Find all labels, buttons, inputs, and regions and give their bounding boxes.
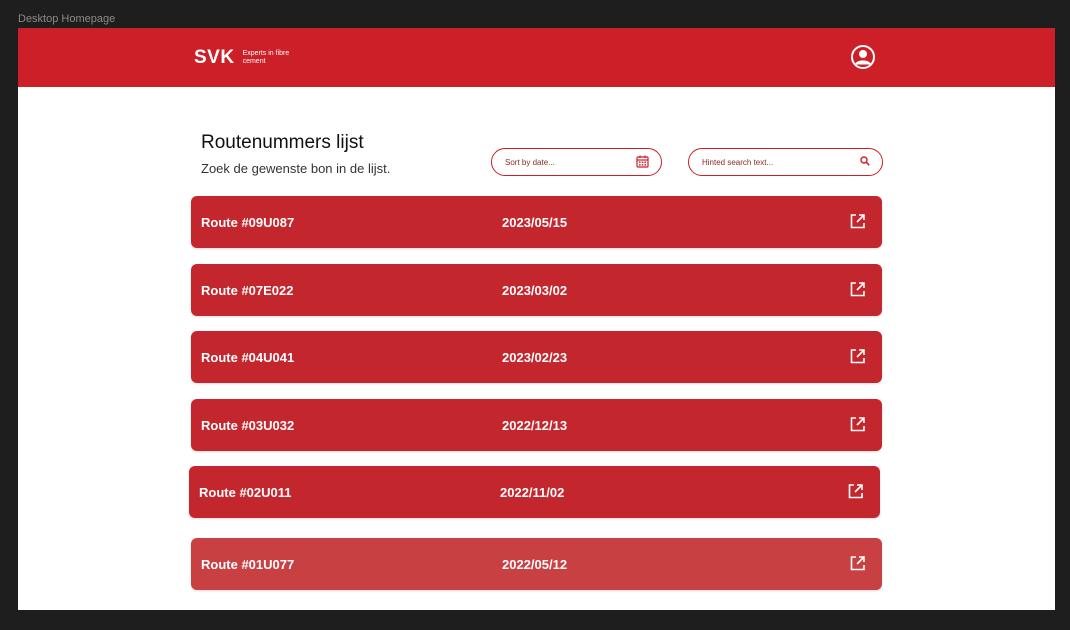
route-name: Route #09U087: [201, 214, 295, 230]
user-circle-icon[interactable]: [850, 44, 876, 70]
route-row[interactable]: Route #01U077 2022/05/12: [191, 538, 882, 590]
search-field[interactable]: [688, 148, 883, 176]
route-name: Route #03U032: [201, 417, 295, 433]
open-external-icon[interactable]: [849, 348, 866, 365]
route-name: Route #04U041: [201, 349, 295, 365]
route-row[interactable]: Route #09U087 2023/05/15: [191, 196, 882, 248]
logo-tagline: Experts in fibre cement: [242, 50, 290, 65]
route-row[interactable]: Route #04U041 2023/02/23: [191, 331, 882, 383]
page-subtitle: Zoek de gewenste bon in de lijst.: [201, 161, 391, 176]
route-date: 2023/03/02: [502, 282, 568, 298]
svk-logo[interactable]: SVK Experts in fibre cement: [194, 47, 295, 69]
page-title: Routenummers lijst: [201, 132, 364, 153]
route-row[interactable]: Route #02U011 2022/11/02: [189, 466, 880, 518]
route-date: 2023/02/23: [502, 349, 568, 365]
route-date: 2022/11/02: [500, 484, 565, 500]
route-name: Route #07E022: [201, 282, 294, 298]
route-date: 2023/05/15: [502, 214, 568, 230]
desktop-homepage: SVK Experts in fibre cement Routenummers…: [18, 28, 1055, 610]
open-external-icon[interactable]: [849, 555, 866, 572]
sort-label: Sort by date...: [505, 157, 555, 167]
route-row[interactable]: Route #07E022 2023/03/02: [191, 264, 882, 316]
open-external-icon[interactable]: [849, 416, 866, 433]
open-external-icon[interactable]: [849, 281, 866, 298]
sort-by-date-button[interactable]: Sort by date...: [491, 148, 662, 176]
calendar-icon: [636, 155, 649, 170]
frame-label: Desktop Homepage: [18, 13, 116, 25]
route-name: Route #02U011: [199, 484, 292, 500]
route-date: 2022/05/12: [502, 556, 568, 572]
top-header: SVK Experts in fibre cement: [18, 28, 1055, 87]
logo-mark: SVK: [194, 47, 235, 68]
route-date: 2022/12/13: [502, 417, 568, 433]
search-icon[interactable]: [860, 156, 870, 168]
open-external-icon[interactable]: [847, 483, 864, 500]
route-row[interactable]: Route #03U032 2022/12/13: [191, 399, 882, 451]
route-name: Route #01U077: [201, 556, 295, 572]
open-external-icon[interactable]: [849, 213, 866, 230]
search-input[interactable]: [702, 157, 842, 167]
